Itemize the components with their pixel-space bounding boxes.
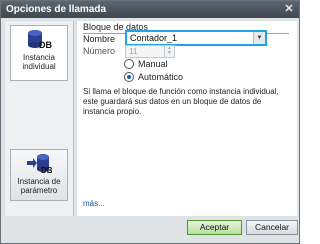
spinner-icon: ▲ ▼ xyxy=(164,46,174,57)
manual-radio-label[interactable]: Manual xyxy=(138,59,168,69)
cancel-button[interactable]: Cancelar xyxy=(246,220,298,235)
dialog-title: Opciones de llamada xyxy=(6,4,107,15)
data-block-settings: Bloque de datos Nombre Contador_1 ▼ Núme… xyxy=(77,21,297,216)
svg-text:DB: DB xyxy=(39,40,52,50)
number-label: Número xyxy=(83,46,116,56)
automatic-radio[interactable] xyxy=(124,72,134,82)
number-value: 11 xyxy=(129,47,138,56)
number-stepper: 11 ▲ ▼ xyxy=(125,45,175,58)
name-value[interactable]: Contador_1 xyxy=(130,32,177,44)
parameter-instance-label: Instancia de parámetro xyxy=(17,177,61,195)
single-instance-label: Instancia individual xyxy=(22,53,56,71)
name-label: Nombre xyxy=(83,34,116,44)
instance-type-pane: DB Instancia individual DB Instancia de … xyxy=(5,21,74,216)
more-link[interactable]: más... xyxy=(83,199,105,208)
close-icon[interactable]: ✕ xyxy=(283,4,295,15)
accept-button[interactable]: Aceptar xyxy=(187,220,242,235)
description-text: Si llama el bloque de función como insta… xyxy=(83,87,279,116)
svg-text:DB: DB xyxy=(41,166,52,175)
call-options-dialog: Opciones de llamada ✕ DB Instancia indiv… xyxy=(0,0,300,244)
manual-radio[interactable] xyxy=(124,59,134,69)
single-instance-button[interactable]: DB Instancia individual xyxy=(10,25,68,81)
chevron-down-icon[interactable]: ▼ xyxy=(253,32,265,44)
automatic-radio-label[interactable]: Automático xyxy=(138,72,183,82)
data-block-icon: DB xyxy=(28,30,52,50)
parameter-data-block-icon: DB xyxy=(27,154,52,175)
name-combobox[interactable]: Contador_1 ▼ xyxy=(125,30,267,46)
dialog-title-bar: Opciones de llamada ✕ xyxy=(1,1,299,18)
parameter-instance-button[interactable]: DB Instancia de parámetro xyxy=(10,149,68,201)
